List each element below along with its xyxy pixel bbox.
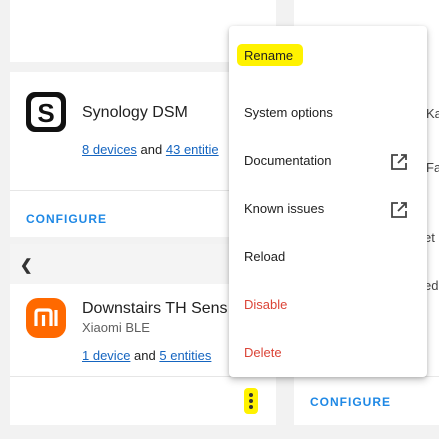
clipped-text: Ka <box>426 106 439 121</box>
chevron-left-icon[interactable]: ❮ <box>20 256 33 274</box>
configure-button[interactable]: CONFIGURE <box>310 395 391 409</box>
kebab-dot-icon <box>249 399 253 403</box>
entities-link[interactable]: 43 entitie <box>166 142 219 157</box>
integration-title: Synology DSM <box>82 104 188 121</box>
menu-item-label: Rename <box>244 48 294 63</box>
menu-item-delete[interactable]: Delete <box>229 330 427 378</box>
svg-text:S: S <box>37 98 54 128</box>
menu-item-label: System options <box>244 105 333 120</box>
integration-subtitle: Xiaomi BLE <box>82 320 150 335</box>
kebab-dot-icon <box>249 405 253 409</box>
configure-button[interactable]: CONFIGURE <box>26 212 107 226</box>
menu-item-rename[interactable]: Rename <box>229 26 427 74</box>
menu-item-label: Documentation <box>244 153 332 168</box>
menu-item-reload[interactable]: Reload <box>229 234 427 282</box>
kebab-dot-icon <box>249 393 253 397</box>
links-conjunction: and <box>134 348 156 363</box>
open-in-new-icon <box>389 152 409 175</box>
menu-item-system-options[interactable]: System options <box>229 90 427 138</box>
integration-links: 1 device and 5 entities <box>82 348 211 363</box>
menu-item-label: Delete <box>244 345 282 360</box>
integration-title: Downstairs TH Sens <box>82 300 228 317</box>
integration-links: 8 devices and 43 entitie <box>82 142 219 157</box>
devices-link[interactable]: 8 devices <box>82 142 137 157</box>
menu-item-known-issues[interactable]: Known issues <box>229 186 427 234</box>
overflow-menu-button[interactable] <box>244 388 258 414</box>
menu-item-disable[interactable]: Disable <box>229 282 427 330</box>
open-in-new-icon <box>389 200 409 223</box>
menu-item-label: Known issues <box>244 201 325 216</box>
overflow-menu: Rename System options Documentation Know… <box>229 26 427 377</box>
rename-highlight: Rename <box>237 44 303 66</box>
devices-link[interactable]: 1 device <box>82 348 130 363</box>
xiaomi-logo-icon <box>26 298 66 338</box>
menu-item-documentation[interactable]: Documentation <box>229 138 427 186</box>
clipped-text: Fa <box>426 160 439 175</box>
links-conjunction: and <box>140 142 163 157</box>
entities-link[interactable]: 5 entities <box>159 348 211 363</box>
menu-item-label: Reload <box>244 249 286 264</box>
menu-item-label: Disable <box>244 297 288 312</box>
synology-logo-icon: S <box>26 92 66 132</box>
